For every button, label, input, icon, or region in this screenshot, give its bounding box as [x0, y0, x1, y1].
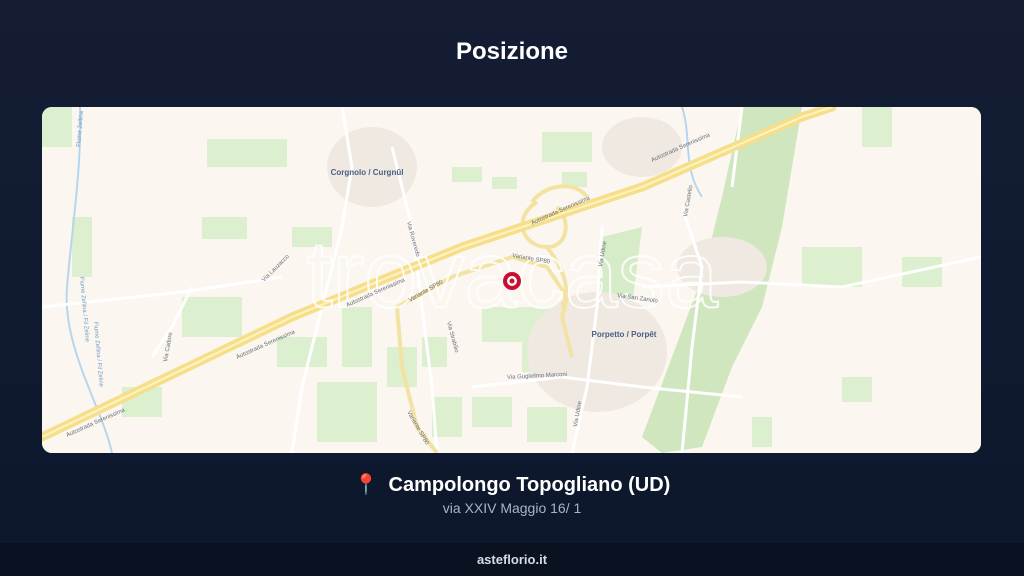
map-marker-icon[interactable] — [503, 272, 521, 290]
place-label-corgnolo: Corgnolo / Curgnûl — [331, 168, 404, 177]
map[interactable]: trovacasa Corgnolo / Curgnûl Porpetto / … — [42, 107, 981, 453]
footer: asteflorio.it — [0, 543, 1024, 576]
place-label-porpetto: Porpetto / Porpêt — [592, 330, 657, 339]
location-name: Campolongo Topogliano (UD) — [388, 474, 671, 496]
location-title: 📍 Campolongo Topogliano (UD) — [0, 472, 1024, 497]
footer-brand[interactable]: asteflorio.it — [477, 552, 547, 567]
page-title: Posizione — [455, 38, 569, 65]
map-canvas[interactable]: trovacasa Corgnolo / Curgnûl Porpetto / … — [42, 107, 981, 453]
location-address: via XXIV Maggio 16/ 1 — [442, 500, 582, 516]
location-pin-icon: 📍 — [353, 474, 379, 496]
